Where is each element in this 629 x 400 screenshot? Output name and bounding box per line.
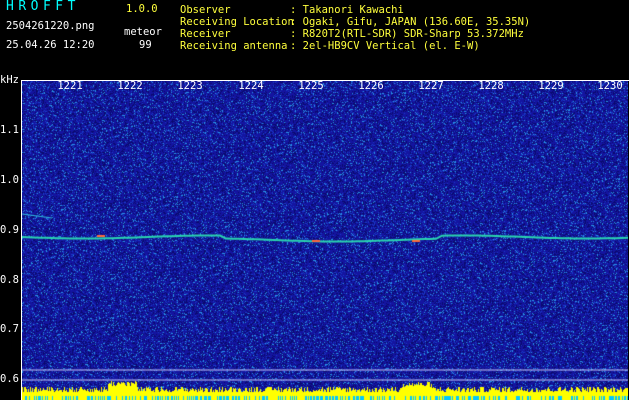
y-tick-label: 0.9	[0, 224, 19, 236]
detection-label: meteor	[124, 26, 162, 38]
app-version: 1.0.0	[126, 3, 158, 15]
x-tick-label: 1224	[238, 80, 264, 92]
file-name: 2504261220.png	[6, 20, 95, 32]
x-tick-label: 1228	[478, 80, 504, 92]
x-tick-label: 1223	[177, 80, 203, 92]
detection-count: 99	[139, 39, 152, 51]
receiver-label: Receiver	[180, 28, 231, 40]
spectrogram-canvas	[22, 80, 628, 400]
x-tick-label: 1221	[57, 80, 83, 92]
y-tick-label: 0.6	[0, 373, 19, 385]
y-tick-label: 0.7	[0, 323, 19, 335]
app-title: HROFFT	[6, 0, 80, 14]
x-tick-label: 1226	[358, 80, 384, 92]
x-tick-label: 1225	[298, 80, 324, 92]
y-tick-label: 1.0	[0, 174, 19, 186]
spectrogram-plot	[22, 80, 628, 400]
observer-value: : Takanori Kawachi	[290, 4, 404, 16]
y-tick-label: 0.8	[0, 274, 19, 286]
x-tick-label: 1222	[117, 80, 143, 92]
x-tick-label: 1230	[597, 80, 623, 92]
timestamp: 25.04.26 12:20	[6, 39, 95, 51]
location-value: : Ogaki, Gifu, JAPAN (136.60E, 35.35N)	[290, 16, 531, 28]
antenna-label: Receiving antenna	[180, 40, 288, 52]
y-axis-unit: kHz	[0, 74, 19, 86]
observer-label: Observer	[180, 4, 231, 16]
y-tick-label: 1.1	[0, 124, 19, 136]
x-tick-label: 1227	[418, 80, 444, 92]
y-axis-line	[21, 80, 22, 400]
antenna-value: : 2el-HB9CV Vertical (el. E-W)	[290, 40, 480, 52]
location-label: Receiving Location	[180, 16, 294, 28]
x-tick-label: 1229	[538, 80, 564, 92]
receiver-value: : R820T2(RTL-SDR) SDR-Sharp 53.372MHz	[290, 28, 524, 40]
